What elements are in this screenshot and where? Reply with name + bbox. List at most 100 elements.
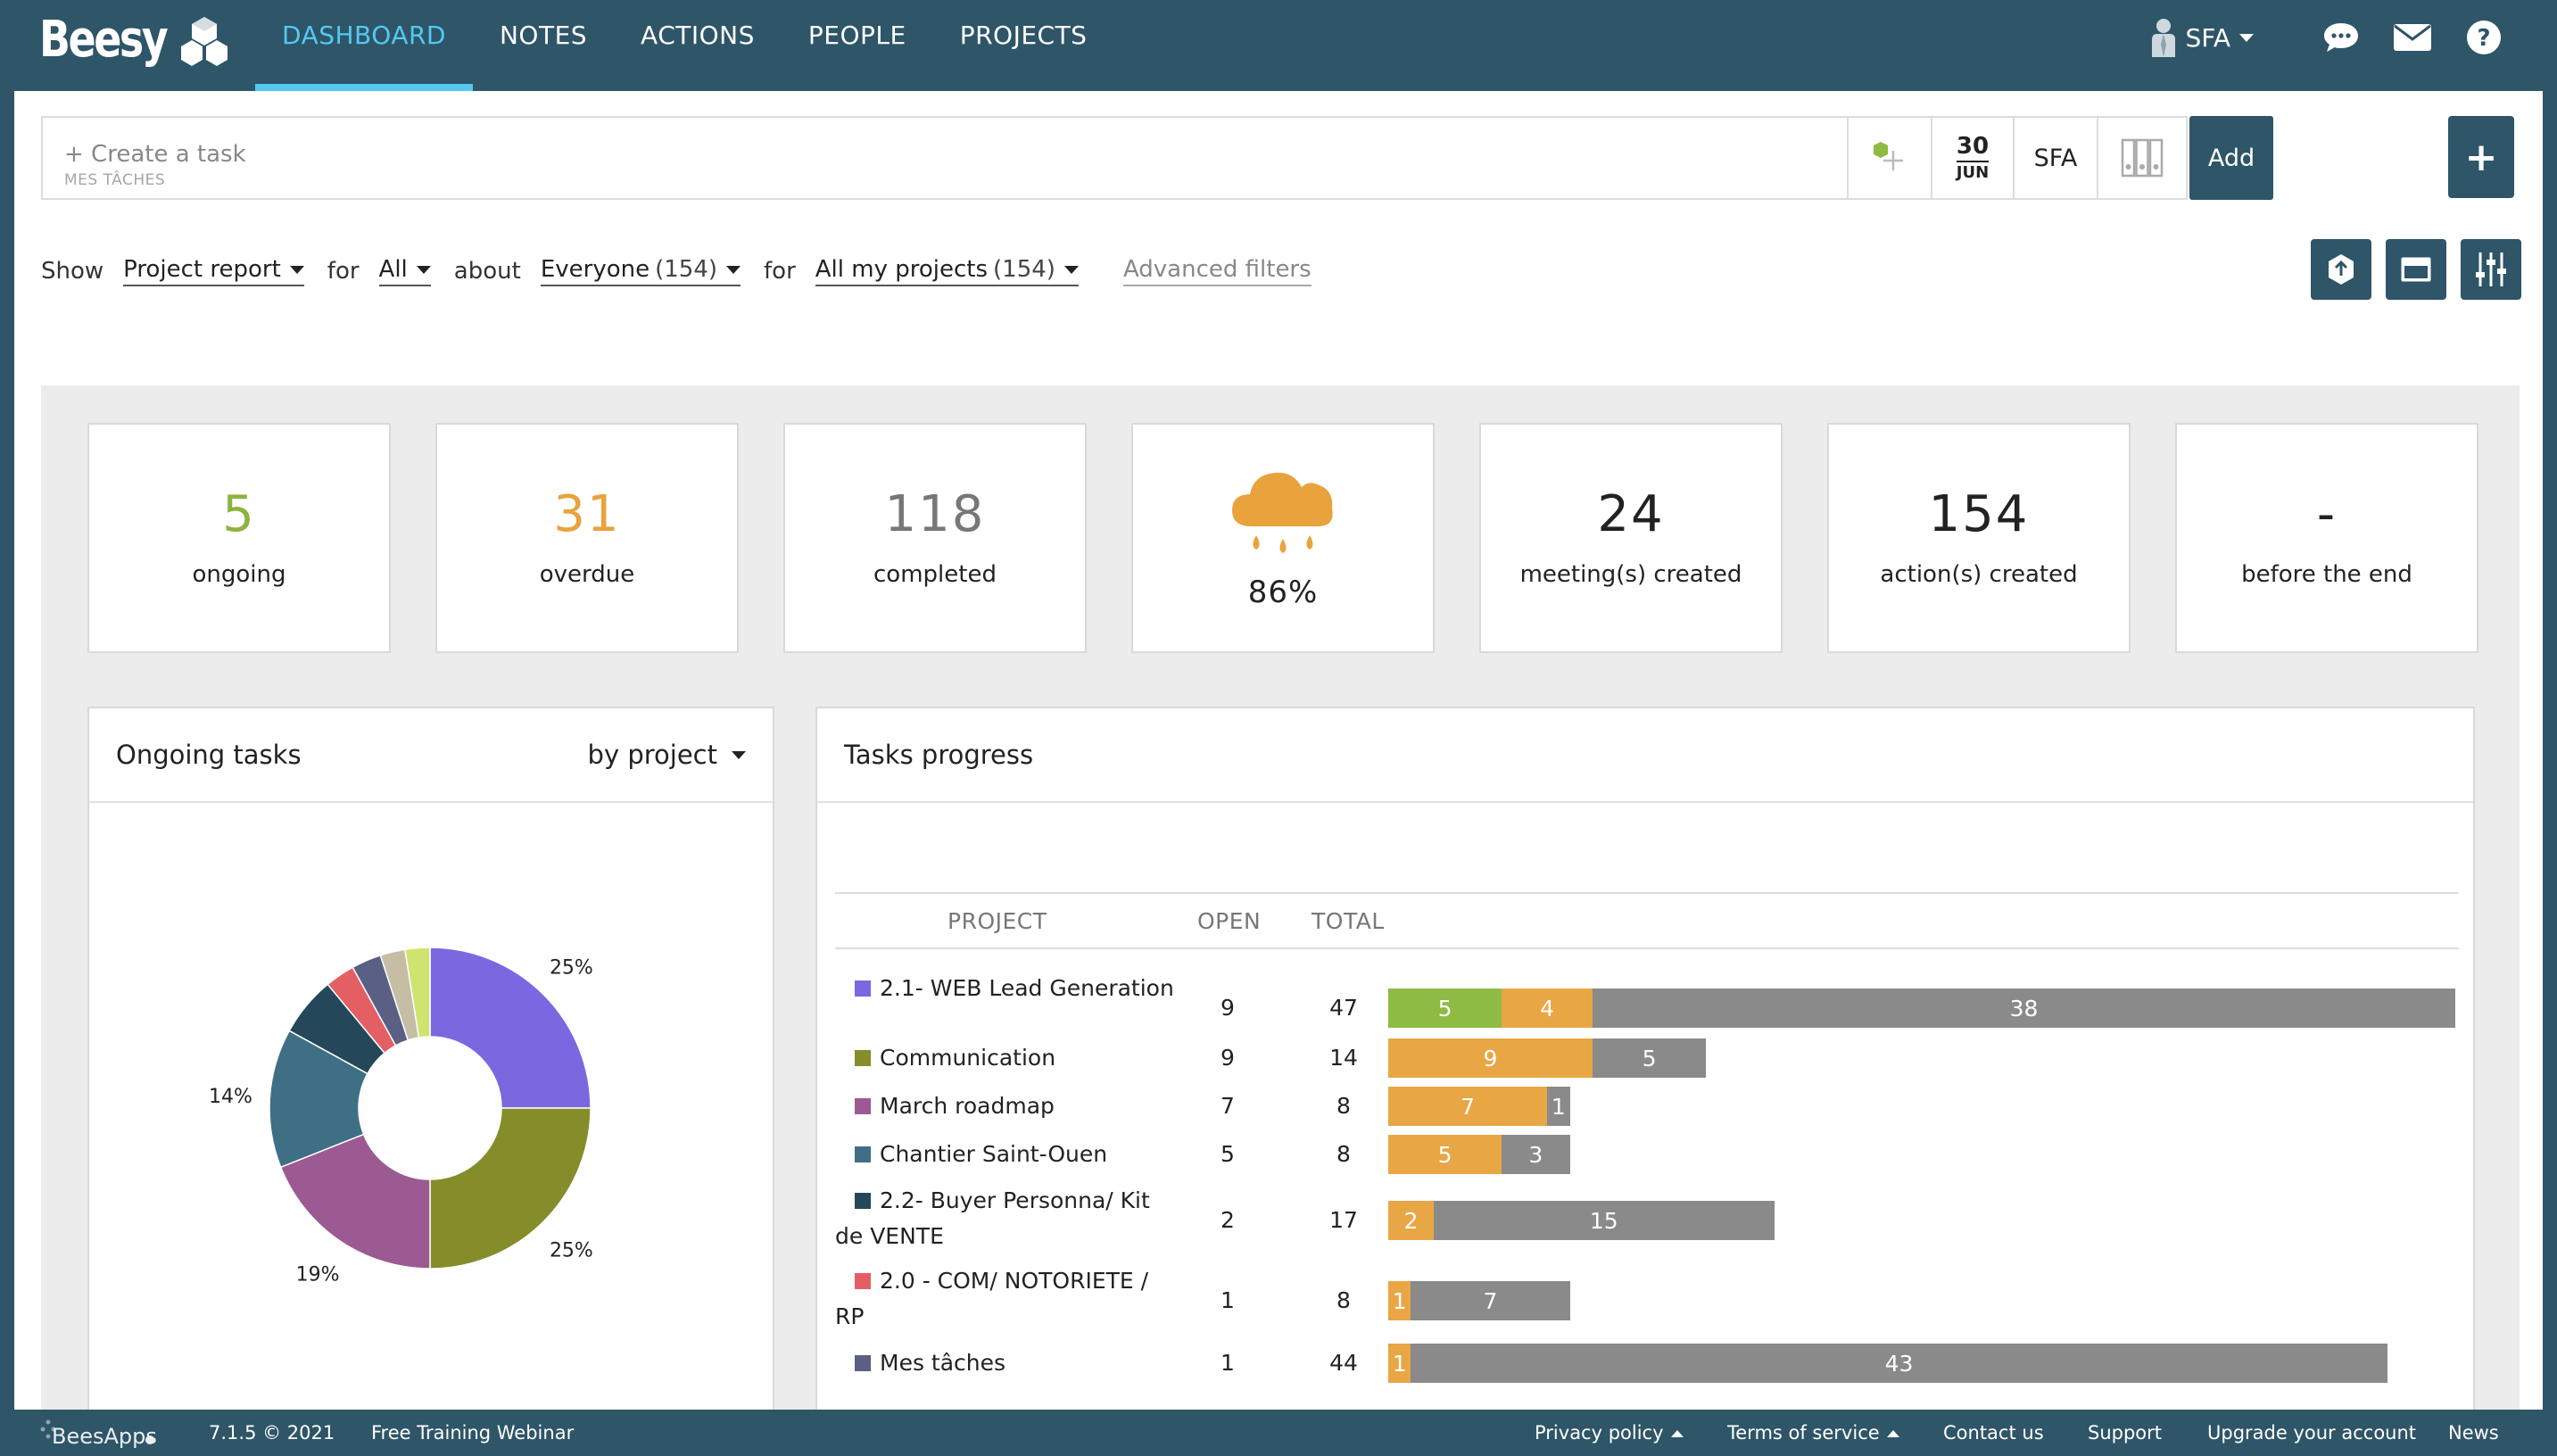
chevron-down-icon: [1063, 265, 1079, 274]
open-count: 7: [1221, 1093, 1235, 1119]
progress-segment[interactable]: 7: [1411, 1281, 1570, 1320]
kpi-card[interactable]: 5 ongoing: [87, 423, 391, 653]
project-name: Mes tâches: [835, 1345, 1174, 1381]
donut-slice-label: 14%: [209, 1086, 252, 1108]
progress-bar[interactable]: 71: [1388, 1087, 1570, 1126]
progress-segment[interactable]: 15: [1433, 1201, 1775, 1240]
nav-tab-projects[interactable]: PROJECTS: [933, 0, 1114, 91]
user-menu[interactable]: SFA: [2150, 18, 2254, 57]
export-icon: [2329, 254, 2354, 285]
hex-plus-icon: [1874, 142, 1903, 170]
table-header: PROJECT OPEN TOTAL: [835, 892, 2459, 949]
settings-sliders-button[interactable]: [2461, 239, 2521, 300]
assign-project-button[interactable]: [1847, 116, 1932, 200]
total-count: 8: [1336, 1141, 1351, 1167]
mail-icon[interactable]: [2393, 18, 2432, 57]
progress-bar[interactable]: 5 4 38: [1388, 989, 2455, 1028]
project-color-swatch: [855, 1355, 871, 1371]
progress-segment[interactable]: 1: [1388, 1281, 1411, 1320]
terms-link[interactable]: Terms of service: [1727, 1422, 1899, 1444]
ongoing-tasks-donut-chart: 25% 25% 19% 14%: [209, 947, 593, 1286]
people-dropdown[interactable]: Everyone (154): [540, 256, 741, 286]
kpi-card[interactable]: 118 completed: [783, 423, 1087, 653]
report-type-dropdown[interactable]: Project report: [123, 256, 304, 286]
kpi-value: 24: [1597, 485, 1665, 543]
projects-count: (154): [993, 256, 1055, 283]
ongoing-tasks-title: Ongoing tasks: [116, 740, 302, 770]
chevron-down-icon: [289, 265, 304, 274]
progress-segment[interactable]: 1: [1388, 1344, 1411, 1383]
owner-button[interactable]: SFA: [2013, 116, 2098, 200]
progress-bar[interactable]: 53: [1388, 1135, 1570, 1174]
create-task-placeholder: + Create a task: [64, 141, 246, 168]
kanban-button[interactable]: [2097, 116, 2188, 200]
support-link[interactable]: Support: [2088, 1422, 2162, 1444]
card-view-button[interactable]: [2386, 239, 2446, 300]
kpi-card[interactable]: - before the end: [2175, 423, 2478, 653]
tasks-progress-title: Tasks progress: [844, 740, 1034, 770]
nav-tab-notes[interactable]: NOTES: [473, 0, 614, 91]
export-button[interactable]: [2311, 239, 2371, 300]
card-view-icon: [2401, 257, 2431, 282]
kanban-icon: [2121, 138, 2164, 178]
nav-tab-people[interactable]: PEOPLE: [782, 0, 933, 91]
contact-link[interactable]: Contact us: [1943, 1422, 2044, 1444]
due-date-day: 30: [1956, 133, 1990, 160]
project-name-text: 2.1- WEB Lead Generation: [880, 975, 1174, 1001]
progress-segment[interactable]: 5: [1593, 1038, 1707, 1078]
scope-dropdown[interactable]: All: [378, 256, 431, 286]
due-date-button[interactable]: 30 JUN: [1931, 116, 2015, 200]
column-total: TOTAL: [1312, 908, 1385, 934]
nav-tab-dashboard[interactable]: DASHBOARD: [255, 0, 473, 91]
kpi-card[interactable]: 154 action(s) created: [1827, 423, 2131, 653]
logo-text: Beesy: [39, 11, 169, 69]
project-color-swatch: [855, 1146, 871, 1162]
chevron-down-icon: [416, 265, 431, 274]
progress-segment[interactable]: 5: [1388, 1135, 1502, 1174]
kpi-value: 154: [1928, 485, 2030, 543]
add-task-button[interactable]: Add: [2189, 116, 2273, 200]
kpi-card[interactable]: 24 meeting(s) created: [1479, 423, 1783, 653]
project-name-text: Mes tâches: [880, 1350, 1006, 1376]
help-icon[interactable]: ?: [2464, 18, 2503, 57]
chat-icon[interactable]: [2321, 18, 2361, 57]
group-by-dropdown[interactable]: by project: [588, 740, 746, 770]
kpi-card[interactable]: 31 overdue: [435, 423, 739, 653]
chevron-down-icon: [2239, 33, 2254, 42]
project-name-text: 2.0 - COM/ NOTORIETE / RP: [835, 1268, 1149, 1329]
progress-segment[interactable]: 4: [1502, 989, 1593, 1028]
webinar-link[interactable]: Free Training Webinar: [371, 1422, 574, 1444]
beesapps-logo[interactable]: BeesApps: [39, 1415, 164, 1456]
create-task-bar: + Create a task MES TÂCHES 30 JUN SFA: [41, 116, 2272, 200]
progress-segment[interactable]: 5: [1388, 989, 1502, 1028]
progress-segment[interactable]: 2: [1388, 1201, 1434, 1240]
upgrade-link[interactable]: Upgrade your account: [2207, 1422, 2416, 1444]
create-task-input[interactable]: + Create a task MES TÂCHES: [41, 116, 1847, 200]
progress-bar[interactable]: 2 15: [1388, 1201, 1775, 1240]
news-link[interactable]: News: [2448, 1422, 2499, 1444]
tasks-progress-panel: Tasks progress PROJECT OPEN TOTAL 2.1- W…: [815, 707, 2475, 1410]
progress-bar[interactable]: 17: [1388, 1281, 1570, 1320]
progress-segment[interactable]: 9: [1388, 1038, 1593, 1078]
progress-segment[interactable]: 1: [1547, 1087, 1570, 1126]
footer-brand-text: BeesApps: [52, 1424, 157, 1449]
progress-segment[interactable]: 38: [1593, 989, 2455, 1028]
owner-label: SFA: [2033, 144, 2078, 172]
progress-segment[interactable]: 43: [1411, 1344, 2387, 1383]
projects-dropdown[interactable]: All my projects (154): [815, 256, 1079, 286]
progress-segment[interactable]: 7: [1388, 1087, 1548, 1126]
kpi-card[interactable]: 86%: [1131, 423, 1435, 653]
open-count: 1: [1221, 1287, 1235, 1313]
kpi-label: before the end: [2241, 561, 2412, 588]
privacy-policy-link[interactable]: Privacy policy: [1535, 1422, 1684, 1444]
beesy-logo[interactable]: Beesy: [39, 11, 231, 69]
privacy-label: Privacy policy: [1535, 1422, 1664, 1444]
new-item-button[interactable]: +: [2448, 116, 2514, 198]
nav-tab-actions[interactable]: ACTIONS: [614, 0, 782, 91]
progress-bar[interactable]: 95: [1388, 1038, 1707, 1078]
advanced-filters-link[interactable]: Advanced filters: [1122, 256, 1312, 286]
progress-segment[interactable]: 3: [1502, 1135, 1570, 1174]
user-name: SFA: [2185, 22, 2230, 53]
progress-bar[interactable]: 1 43: [1388, 1344, 2387, 1383]
total-count: 8: [1336, 1287, 1351, 1313]
